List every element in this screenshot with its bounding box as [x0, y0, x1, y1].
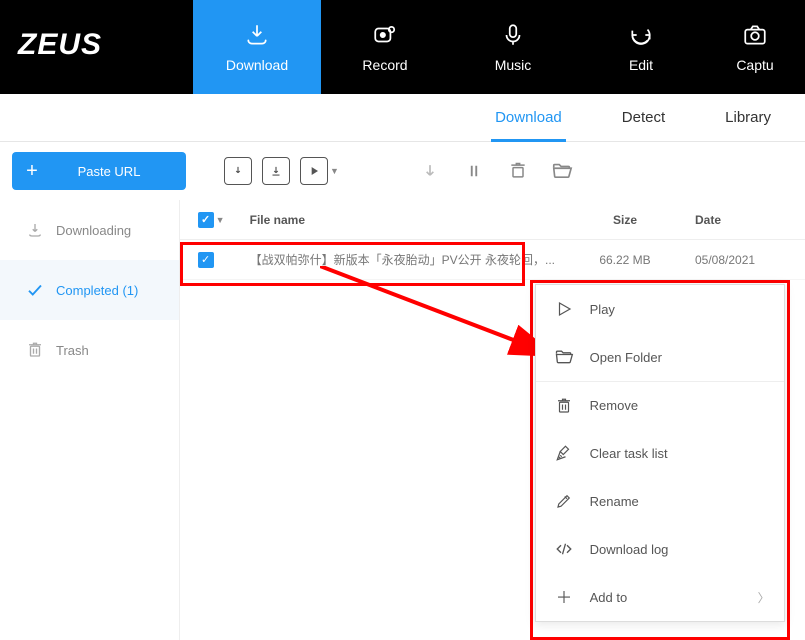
ctx-addto-label: Add to — [590, 590, 628, 605]
ctx-play[interactable]: Play — [536, 285, 784, 333]
ctx-clear-label: Clear task list — [590, 446, 668, 461]
downloading-icon — [26, 221, 44, 239]
music-icon — [499, 21, 527, 49]
subtab-detect[interactable]: Detect — [618, 94, 669, 142]
checkbox-all-icon: ✓ — [198, 212, 214, 228]
table-header: ✓▼ File name Size Date — [180, 200, 805, 240]
download-icon — [243, 21, 271, 49]
topnav-edit-label: Edit — [629, 57, 653, 73]
ctx-clear[interactable]: Clear task list — [536, 429, 784, 477]
remove-icon — [554, 396, 574, 416]
sidebar-item-trash[interactable]: Trash — [0, 320, 179, 380]
sidebar-downloading-label: Downloading — [56, 223, 131, 238]
ctx-log[interactable]: Download log — [536, 525, 784, 573]
toolbar: + Paste URL ▼ — [0, 142, 805, 200]
table-row[interactable]: ✓ 【战双帕弥什】新版本「永夜胎动」PV公开 永夜轮回，... 66.22 MB… — [180, 240, 805, 280]
ctx-log-label: Download log — [590, 542, 669, 557]
topnav-music-label: Music — [495, 57, 532, 73]
ctx-addto[interactable]: Add to 〉 — [536, 573, 784, 621]
topbar: ZEUS Download Record Music Edit — [0, 0, 805, 94]
topnav-download[interactable]: Download — [193, 0, 321, 94]
ctx-play-label: Play — [590, 302, 615, 317]
camera-icon — [741, 21, 769, 49]
sidebar: Downloading Completed (1) Trash — [0, 200, 180, 640]
folder-icon — [554, 347, 574, 367]
trash-icon — [26, 341, 44, 359]
row-check[interactable]: ✓ — [180, 252, 240, 268]
subtab-library[interactable]: Library — [721, 94, 775, 142]
pencil-icon — [554, 491, 574, 511]
topnav-edit[interactable]: Edit — [577, 0, 705, 94]
ctx-rename[interactable]: Rename — [536, 477, 784, 525]
broom-icon — [554, 443, 574, 463]
paste-url-label: Paste URL — [52, 164, 186, 179]
folder-open-icon[interactable] — [551, 160, 573, 182]
header-size[interactable]: Size — [555, 213, 695, 227]
convert-dropdown[interactable]: ▼ — [300, 157, 339, 185]
subtab-download[interactable]: Download — [491, 94, 566, 142]
topnav-download-label: Download — [226, 57, 288, 73]
sidebar-item-completed[interactable]: Completed (1) — [0, 260, 179, 320]
row-size: 66.22 MB — [555, 253, 695, 267]
pause-icon[interactable] — [463, 160, 485, 182]
body: Downloading Completed (1) Trash ✓▼ File … — [0, 200, 805, 640]
header-check[interactable]: ✓▼ — [180, 212, 240, 228]
ctx-open-folder-label: Open Folder — [590, 350, 662, 365]
topnav-record-label: Record — [362, 57, 407, 73]
sidebar-completed-label: Completed (1) — [56, 283, 138, 298]
chevron-down-icon: ▼ — [216, 215, 225, 225]
sidebar-item-downloading[interactable]: Downloading — [0, 200, 179, 260]
ctx-rename-label: Rename — [590, 494, 639, 509]
paste-url-button[interactable]: + Paste URL — [12, 152, 186, 190]
chevron-right-icon: 〉 — [758, 589, 770, 606]
chevron-down-icon: ▼ — [330, 166, 339, 176]
file-action-icons: ▼ — [224, 157, 339, 185]
top-nav: Download Record Music Edit Captu — [193, 0, 805, 94]
row-filename: 【战双帕弥什】新版本「永夜胎动」PV公开 永夜轮回，... — [240, 251, 555, 268]
down-arrow-icon[interactable] — [419, 160, 441, 182]
sidebar-trash-label: Trash — [56, 343, 89, 358]
topnav-capture-label: Captu — [736, 57, 773, 73]
plus-thin-icon — [554, 587, 574, 607]
edit-icon — [627, 21, 655, 49]
play-box-icon — [300, 157, 328, 185]
play-icon — [554, 299, 574, 319]
delete-icon[interactable] — [507, 160, 529, 182]
completed-icon — [26, 281, 44, 299]
topnav-record[interactable]: Record — [321, 0, 449, 94]
checkbox-icon: ✓ — [198, 252, 214, 268]
topnav-capture[interactable]: Captu — [705, 0, 805, 94]
plus-icon: + — [12, 160, 52, 183]
code-icon — [554, 539, 574, 559]
content: ✓▼ File name Size Date ✓ 【战双帕弥什】新版本「永夜胎动… — [180, 200, 805, 640]
ctx-remove-label: Remove — [590, 398, 638, 413]
record-icon — [371, 21, 399, 49]
ctx-open-folder[interactable]: Open Folder — [536, 333, 784, 381]
topnav-music[interactable]: Music — [449, 0, 577, 94]
header-date[interactable]: Date — [695, 213, 805, 227]
subtabs: Download Detect Library — [0, 94, 805, 142]
header-filename[interactable]: File name — [240, 213, 555, 227]
playback-icons — [419, 160, 573, 182]
row-date: 05/08/2021 — [695, 253, 805, 267]
import-down-icon[interactable] — [224, 157, 252, 185]
context-menu: Play Open Folder Remove Clear task list — [535, 284, 785, 622]
ctx-remove[interactable]: Remove — [536, 381, 784, 429]
export-down-icon[interactable] — [262, 157, 290, 185]
logo: ZEUS — [0, 0, 193, 94]
